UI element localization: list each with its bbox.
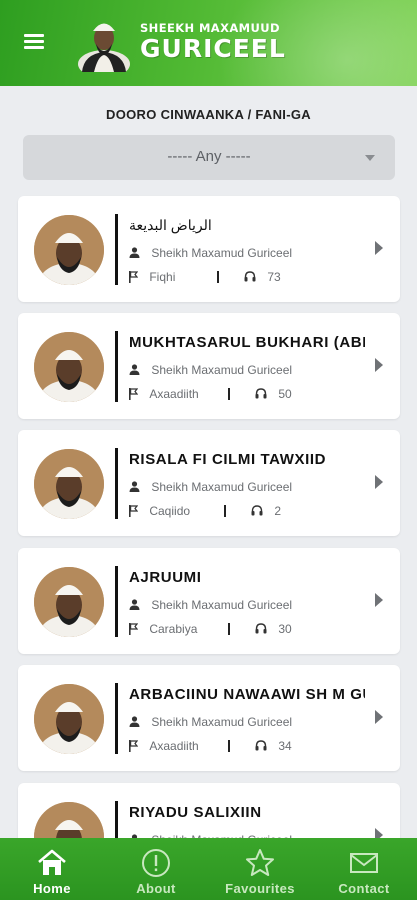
track-count: 2 (274, 503, 282, 518)
info-row: Carabiya 30 (129, 621, 365, 636)
person-icon (129, 716, 140, 728)
info-separator (228, 388, 230, 400)
chevron-right-icon (375, 358, 383, 372)
author-row: Sheikh Maxamud Guriceel (129, 479, 292, 494)
book-card[interactable]: RISALA FI CILMI TAWXIID Sheikh Maxamud G… (18, 430, 400, 536)
nav-home[interactable]: Home (0, 838, 104, 900)
track-count: 30 (278, 621, 292, 636)
book-title: AJRUUMI (129, 569, 202, 586)
author-row: Sheikh Maxamud Guriceel (129, 597, 292, 612)
brand-subtitle: SHEEKH MAXAMUUD (140, 21, 280, 35)
book-card[interactable]: ARBACIINU NAWAAWI SH M GU Sheikh Maxamud… (18, 665, 400, 771)
info-row: Axaadiith 34 (129, 738, 365, 753)
dropdown-arrow-icon (365, 155, 375, 161)
nav-contact[interactable]: Contact (312, 838, 416, 900)
count-wrap: 30 (255, 621, 292, 636)
headphones-icon (255, 623, 267, 634)
star-icon (244, 847, 276, 879)
info-separator (224, 505, 226, 517)
chevron-right-icon (375, 475, 383, 489)
category-flag-icon (129, 504, 138, 517)
card-divider (115, 331, 118, 402)
author-row: Sheikh Maxamud Guriceel (129, 362, 292, 377)
nav-label: Contact (338, 881, 390, 896)
card-divider (115, 448, 118, 519)
category-flag-icon (129, 739, 138, 752)
info-icon (140, 847, 172, 879)
book-title: RISALA FI CILMI TAWXIID (129, 451, 327, 468)
book-title: RIYADU SALIXIIN (129, 804, 262, 821)
author-name: Sheikh Maxamud Guriceel (151, 362, 293, 377)
hamburger-menu-icon[interactable] (24, 34, 44, 50)
track-count: 34 (278, 738, 292, 753)
category-name: Fiqhi (149, 269, 176, 284)
author-row: Sheikh Maxamud Guriceel (129, 245, 292, 260)
nav-label: Favourites (225, 881, 295, 896)
category-name: Axaadiith (149, 738, 199, 753)
count-wrap: 50 (255, 386, 292, 401)
app-header: SHEEKH MAXAMUUD GURICEEL (0, 0, 417, 86)
chevron-right-icon (375, 593, 383, 607)
category-dropdown[interactable]: ----- Any ----- (23, 135, 395, 180)
book-thumbnail (34, 449, 104, 519)
count-wrap: 2 (251, 503, 281, 518)
book-title: الرياض البديعة (129, 217, 212, 233)
info-row: Axaadiith 50 (129, 386, 365, 401)
sheikh-logo-portrait (78, 23, 130, 72)
headphones-icon (251, 505, 263, 516)
info-row: Caqiido 2 (129, 503, 365, 518)
info-separator (217, 271, 219, 283)
info-row: Fiqhi 73 (129, 269, 365, 284)
brand-title: GURICEEL (140, 34, 286, 63)
info-separator (228, 623, 230, 635)
mail-icon (348, 847, 380, 879)
book-thumbnail (34, 567, 104, 637)
bottom-navigation: Home About Favourites Contact (0, 838, 417, 900)
book-thumbnail (34, 332, 104, 402)
category-flag-icon (129, 387, 138, 400)
person-icon (129, 247, 140, 259)
headphones-icon (255, 740, 267, 751)
book-thumbnail (34, 684, 104, 754)
category-name: Carabiya (149, 621, 198, 636)
book-card[interactable]: AJRUUMI Sheikh Maxamud Guriceel Carabiya (18, 548, 400, 654)
book-title: ARBACIINU NAWAAWI SH M GU (129, 686, 365, 703)
home-icon (36, 847, 68, 879)
author-name: Sheikh Maxamud Guriceel (151, 245, 293, 260)
nav-favourites[interactable]: Favourites (208, 838, 312, 900)
person-icon (129, 599, 140, 611)
headphones-icon (244, 271, 256, 282)
author-name: Sheikh Maxamud Guriceel (151, 597, 293, 612)
chevron-right-icon (375, 241, 383, 255)
nav-label: About (136, 881, 176, 896)
author-row: Sheikh Maxamud Guriceel (129, 714, 292, 729)
category-name: Axaadiith (149, 386, 199, 401)
count-wrap: 34 (255, 738, 292, 753)
person-icon (129, 481, 140, 493)
book-thumbnail (34, 215, 104, 285)
track-count: 73 (267, 269, 281, 284)
count-wrap: 73 (244, 269, 281, 284)
category-name: Caqiido (149, 503, 191, 518)
chevron-right-icon (375, 710, 383, 724)
book-card[interactable]: الرياض البديعة Sheikh Maxamud Guriceel F… (18, 196, 400, 302)
book-title: MUKHTASARUL BUKHARI (ABI (129, 334, 365, 351)
book-card[interactable]: MUKHTASARUL BUKHARI (ABI Sheikh Maxamud … (18, 313, 400, 419)
card-divider (115, 214, 118, 285)
person-icon (129, 364, 140, 376)
category-label: DOORO CINWAANKA / FANI-GA (106, 107, 311, 122)
author-name: Sheikh Maxamud Guriceel (151, 714, 293, 729)
nav-label: Home (33, 881, 71, 896)
category-selected-value: ----- Any ----- (167, 148, 251, 165)
card-divider (115, 566, 118, 637)
category-flag-icon (129, 622, 138, 635)
headphones-icon (255, 388, 267, 399)
author-name: Sheikh Maxamud Guriceel (151, 479, 293, 494)
track-count: 50 (278, 386, 292, 401)
category-flag-icon (129, 270, 138, 283)
nav-about[interactable]: About (104, 838, 208, 900)
card-divider (115, 683, 118, 754)
info-separator (228, 740, 230, 752)
